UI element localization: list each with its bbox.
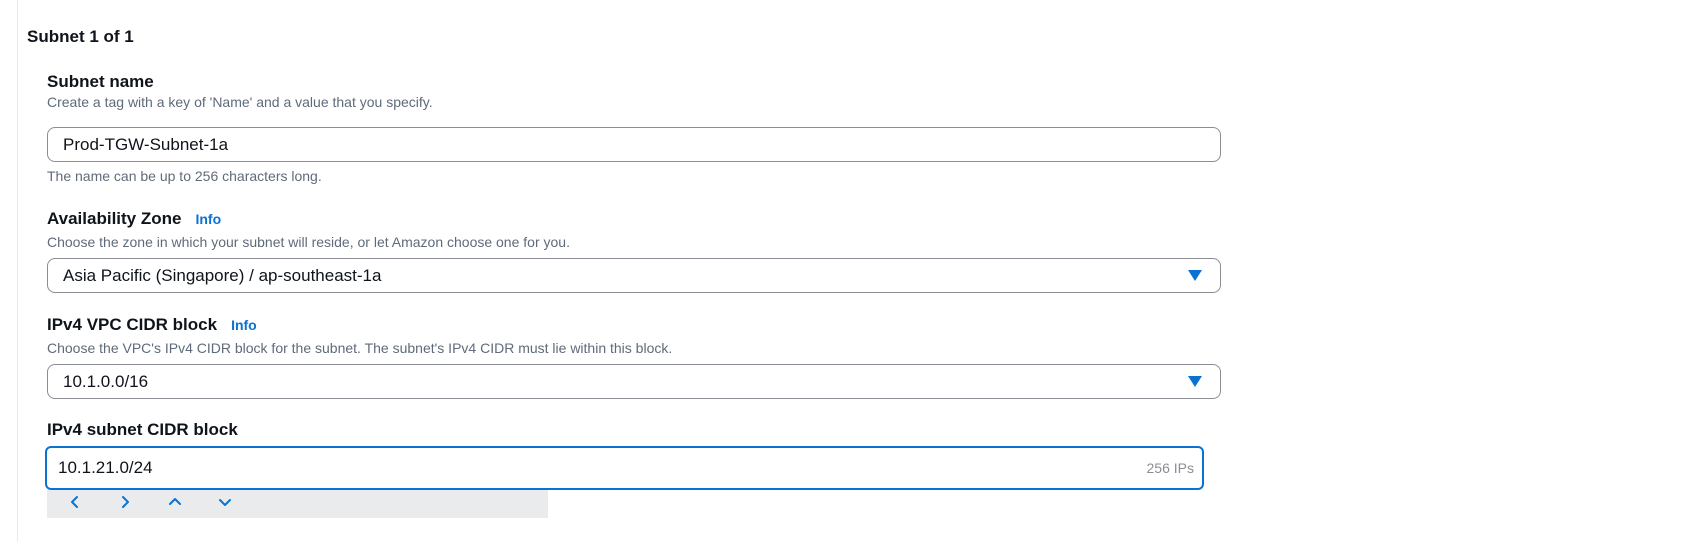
cidr-decrement-button[interactable] xyxy=(63,490,113,514)
cidr-size-up-button[interactable] xyxy=(163,490,213,514)
cidr-stepper xyxy=(47,490,548,518)
subnet-cidr-input[interactable]: 10.1.21.0/24 256 IPs xyxy=(45,446,1204,490)
vpc-cidr-value: 10.1.0.0/16 xyxy=(63,371,149,391)
vpc-cidr-description: Choose the VPC's IPv4 CIDR block for the… xyxy=(47,340,673,356)
subnet-cidr-label-text: IPv4 subnet CIDR block xyxy=(47,420,238,439)
subnet-name-hint: The name can be up to 256 characters lon… xyxy=(47,168,322,184)
availability-zone-info-link[interactable]: Info xyxy=(195,211,221,227)
subnet-name-label-text: Subnet name xyxy=(47,72,154,91)
subnet-cidr-label: IPv4 subnet CIDR block xyxy=(47,420,238,440)
caret-down-icon xyxy=(1188,270,1202,281)
vpc-cidr-select[interactable]: 10.1.0.0/16 xyxy=(47,364,1221,399)
chevron-down-icon xyxy=(219,499,231,506)
availability-zone-value: Asia Pacific (Singapore) / ap-southeast-… xyxy=(63,265,382,285)
subnet-name-input[interactable]: Prod-TGW-Subnet-1a xyxy=(47,127,1221,162)
ip-count-label: 256 IPs xyxy=(1146,460,1194,476)
section-title: Subnet 1 of 1 xyxy=(27,27,134,46)
subnet-name-label: Subnet name xyxy=(47,72,154,92)
availability-zone-label: Availability Zone Info xyxy=(47,209,221,229)
chevron-right-icon xyxy=(122,496,129,508)
subnet-cidr-value: 10.1.21.0/24 xyxy=(58,458,153,477)
vpc-cidr-label-text: IPv4 VPC CIDR block xyxy=(47,315,218,334)
availability-zone-select[interactable]: Asia Pacific (Singapore) / ap-southeast-… xyxy=(47,258,1221,293)
chevron-left-icon xyxy=(71,496,78,508)
cidr-increment-button[interactable] xyxy=(113,490,163,514)
subnet-name-description: Create a tag with a key of 'Name' and a … xyxy=(47,94,433,110)
vpc-cidr-info-link[interactable]: Info xyxy=(231,317,257,333)
availability-zone-description: Choose the zone in which your subnet wil… xyxy=(47,234,570,250)
chevron-up-icon xyxy=(169,498,181,505)
subnet-name-value: Prod-TGW-Subnet-1a xyxy=(63,134,229,154)
caret-down-icon xyxy=(1188,376,1202,387)
vpc-cidr-label: IPv4 VPC CIDR block Info xyxy=(47,315,257,335)
availability-zone-label-text: Availability Zone xyxy=(47,209,182,228)
cidr-size-down-button[interactable] xyxy=(213,490,263,514)
